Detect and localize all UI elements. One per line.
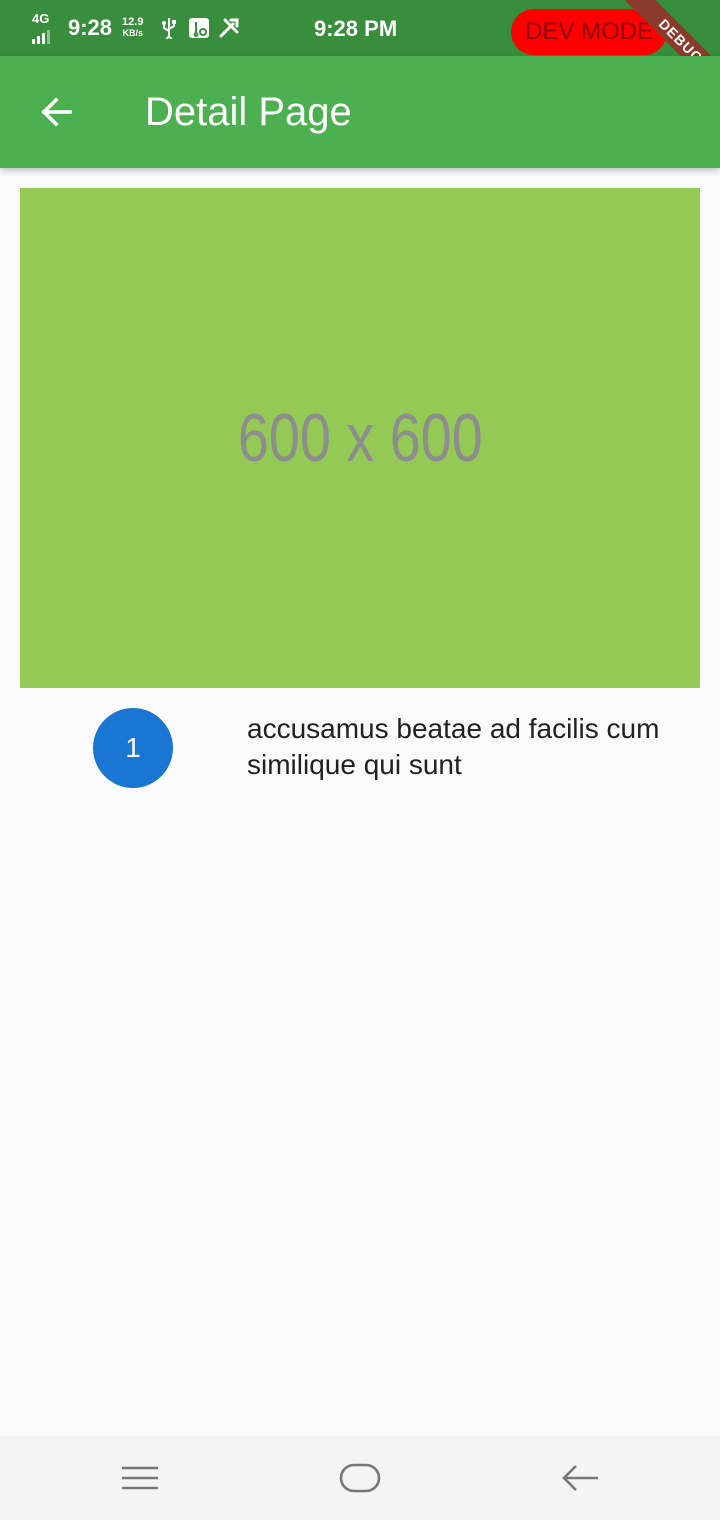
- network-type: 4G: [32, 11, 50, 26]
- home-icon: [339, 1463, 381, 1493]
- status-time: 9:28: [68, 15, 113, 40]
- usb-debug-icon: [187, 16, 211, 40]
- speed-unit: KB/s: [122, 28, 144, 38]
- network-speed: 12.9 KB/s: [122, 17, 143, 39]
- system-nav-bar: [0, 1436, 720, 1520]
- back-icon: [562, 1465, 598, 1491]
- back-button[interactable]: [28, 84, 84, 140]
- tools-icon: [217, 16, 241, 40]
- menu-icon: [122, 1466, 158, 1490]
- nav-menu-button[interactable]: [112, 1454, 168, 1502]
- app-bar: Detail Page: [0, 56, 720, 168]
- usb-icon: [157, 16, 181, 40]
- dev-mode-badge: DEV MODE: [511, 9, 667, 55]
- status-clock: 9:28 PM: [314, 16, 398, 41]
- signal-icon: 4G: [32, 10, 58, 46]
- nav-back-button[interactable]: [552, 1454, 608, 1502]
- page-title: Detail Page: [145, 90, 352, 134]
- detail-image: 600 x 600: [20, 188, 700, 688]
- speed-value: 12.9: [122, 16, 144, 28]
- status-left: 4G 9:28 12.9 KB/s: [32, 0, 247, 56]
- nav-home-button[interactable]: [332, 1454, 388, 1502]
- arrow-back-icon: [41, 97, 72, 127]
- image-placeholder-text: 600 x 600: [237, 400, 483, 476]
- item-title: accusamus beatae ad facilis cum similiqu…: [247, 713, 660, 780]
- status-bar: 4G 9:28 12.9 KB/s 9:28 PM DEV MODE DEBUG: [0, 0, 720, 109]
- avatar: 1: [93, 708, 173, 788]
